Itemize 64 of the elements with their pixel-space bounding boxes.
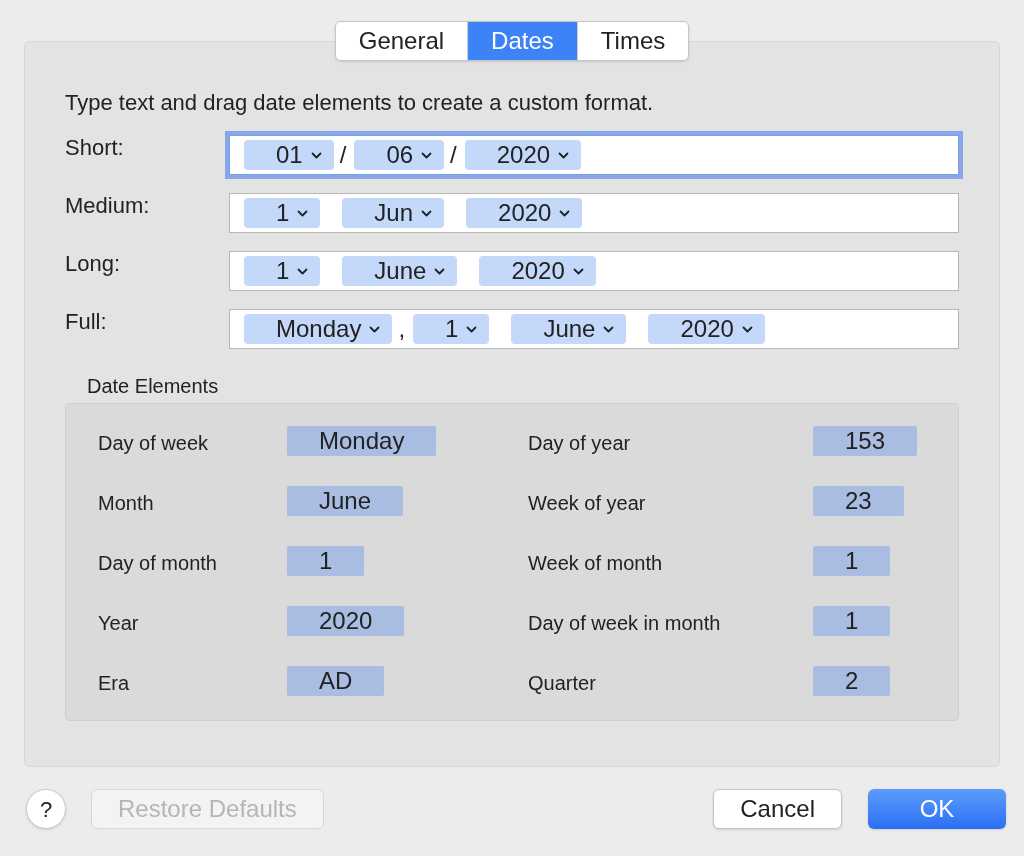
date-token[interactable]: Monday bbox=[244, 314, 393, 344]
element-label: Week of month bbox=[528, 551, 664, 576]
format-label: Long: bbox=[65, 250, 122, 278]
date-token[interactable]: Jun bbox=[342, 198, 445, 228]
element-label: Day of month bbox=[98, 551, 218, 576]
format-label: Short: bbox=[65, 134, 125, 162]
separator-text: , bbox=[398, 314, 406, 344]
date-element-chip[interactable]: AD bbox=[287, 666, 385, 696]
element-label: Day of week bbox=[98, 431, 210, 456]
date-token[interactable]: June bbox=[342, 256, 458, 286]
chevron-down-icon bbox=[434, 267, 446, 275]
tab[interactable]: Dates bbox=[467, 22, 577, 60]
chevron-down-icon bbox=[297, 267, 309, 275]
chevron-down-icon bbox=[741, 325, 753, 333]
element-label: Day of year bbox=[528, 431, 632, 456]
date-element-chip[interactable]: 2 bbox=[813, 666, 891, 696]
chevron-down-icon bbox=[603, 325, 615, 333]
chevron-down-icon bbox=[466, 325, 478, 333]
date-element-chip[interactable]: June bbox=[287, 486, 404, 516]
date-element-chip[interactable]: 1 bbox=[813, 546, 891, 576]
format-field[interactable]: 1 June 2020 bbox=[229, 251, 959, 291]
chevron-down-icon bbox=[558, 151, 570, 159]
chevron-down-icon bbox=[310, 151, 322, 159]
date-element-chip[interactable]: 2020 bbox=[287, 606, 405, 636]
chevron-down-icon bbox=[559, 209, 571, 217]
date-token[interactable]: 01 bbox=[244, 140, 334, 170]
date-token[interactable]: 1 bbox=[244, 256, 321, 286]
chevron-down-icon bbox=[421, 151, 433, 159]
chevron-down-icon bbox=[297, 209, 309, 217]
ok-button[interactable]: OK bbox=[868, 789, 1006, 829]
date-token[interactable]: 1 bbox=[413, 314, 490, 344]
date-token[interactable]: 2020 bbox=[466, 198, 583, 228]
cancel-button[interactable]: Cancel bbox=[713, 789, 842, 829]
format-label: Full: bbox=[65, 308, 108, 336]
tab[interactable]: General bbox=[335, 22, 468, 60]
instructions-text: Type text and drag date elements to create a custom format. bbox=[65, 89, 655, 117]
date-element-chip[interactable]: 153 bbox=[813, 426, 918, 456]
date-token[interactable]: 2020 bbox=[464, 140, 582, 170]
date-element-chip[interactable]: 23 bbox=[813, 486, 904, 516]
chevron-down-icon bbox=[369, 325, 381, 333]
date-token[interactable]: June bbox=[511, 314, 627, 344]
date-element-chip[interactable]: Monday bbox=[287, 426, 437, 456]
group-title: Date Elements bbox=[87, 374, 220, 399]
element-label: Month bbox=[98, 491, 155, 516]
element-label: Era bbox=[98, 671, 131, 696]
date-token[interactable]: 2020 bbox=[479, 256, 596, 286]
element-label: Year bbox=[98, 611, 140, 636]
date-element-chip[interactable]: 1 bbox=[287, 546, 365, 576]
date-token[interactable]: 2020 bbox=[648, 314, 765, 344]
date-token[interactable]: 1 bbox=[244, 198, 321, 228]
element-label: Quarter bbox=[528, 671, 597, 696]
format-field[interactable]: 1 Jun 2020 bbox=[229, 193, 959, 233]
separator-text: / bbox=[450, 140, 457, 170]
tab[interactable]: Times bbox=[576, 22, 689, 60]
date-element-chip[interactable]: 1 bbox=[813, 606, 891, 636]
chevron-down-icon bbox=[421, 209, 433, 217]
date-token[interactable]: 06 bbox=[354, 140, 445, 170]
chevron-down-icon bbox=[572, 267, 584, 275]
element-label: Week of year bbox=[528, 491, 647, 516]
format-field[interactable]: Monday , 1 June 2020 bbox=[229, 309, 959, 349]
help-button[interactable]: ? bbox=[26, 789, 66, 829]
format-label: Medium: bbox=[65, 192, 151, 220]
element-label: Day of week in month bbox=[528, 611, 722, 636]
separator-text: / bbox=[339, 140, 347, 170]
